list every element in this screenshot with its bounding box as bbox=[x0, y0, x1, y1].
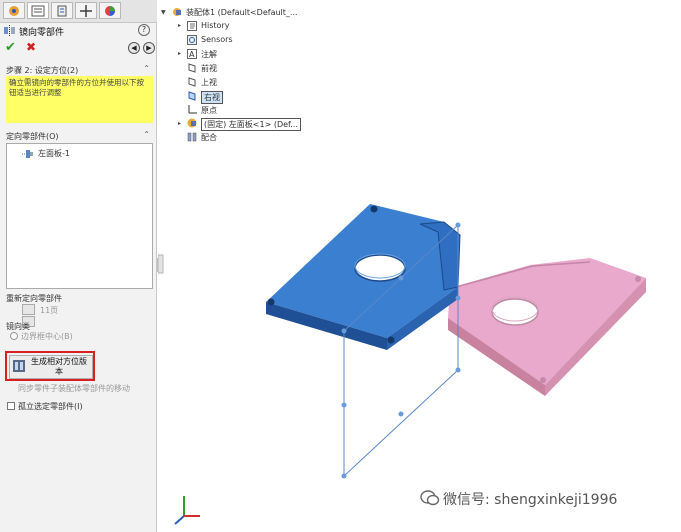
reorient-title: 重新定向零部件 bbox=[6, 294, 62, 303]
bounding-center-radio[interactable] bbox=[10, 332, 18, 340]
generate-opposite-version-button[interactable]: 生成相对方位版本 bbox=[9, 355, 93, 379]
tab-display-manager[interactable] bbox=[99, 2, 121, 19]
coordinate-triad-icon bbox=[174, 496, 200, 525]
graphics-viewport[interactable]: ▼ 装配体1 (Default<Default_... ▸ History Se… bbox=[158, 0, 681, 532]
feature-tree-icon bbox=[9, 6, 19, 16]
ok-cancel-row: ✔ ✖ ◀ ▶ bbox=[4, 40, 155, 56]
color-wheel-icon bbox=[105, 6, 115, 16]
back-arrow-icon[interactable]: ◀ bbox=[128, 42, 140, 54]
mirrored-part-pink[interactable] bbox=[448, 258, 646, 396]
property-manager-panel: 镜向零部件 ? ✔ ✖ ◀ ▶ 步骤 2: 设定方位(2) ⌃ 确立需镜向的零部… bbox=[0, 0, 157, 532]
reorient-prev-button[interactable] bbox=[22, 304, 35, 315]
feature-title: 镜向零部件 bbox=[19, 28, 65, 38]
generate-button-label: 生成相对方位版本 bbox=[31, 357, 87, 376]
next-arrow-icon[interactable]: ▶ bbox=[143, 42, 155, 54]
mirror-components-icon bbox=[4, 25, 15, 36]
tab-configuration-manager[interactable] bbox=[51, 2, 73, 19]
ok-check-icon[interactable]: ✔ bbox=[5, 40, 16, 55]
watermark-text: 微信号: shengxinkeji1996 bbox=[443, 492, 618, 508]
tab-feature-manager[interactable] bbox=[3, 2, 25, 19]
opposite-hand-icon bbox=[13, 360, 25, 372]
property-manager-icon bbox=[31, 5, 45, 17]
oriented-components-title: 定向零部件(O) bbox=[6, 132, 59, 141]
part-icon bbox=[22, 150, 33, 158]
highlight-frame: 生成相对方位版本 bbox=[5, 351, 95, 381]
wechat-icon bbox=[420, 490, 440, 506]
oriented-components-list[interactable]: 左面板-1 bbox=[6, 143, 153, 289]
bounding-center-label: 边界框中心(B) bbox=[21, 332, 73, 341]
isolate-label: 孤立选定零部件(I) bbox=[18, 402, 83, 411]
original-part-blue[interactable] bbox=[266, 204, 461, 350]
feature-header: 镜向零部件 ? bbox=[4, 24, 154, 38]
model-scene[interactable] bbox=[158, 0, 681, 532]
list-item-label: 左面板-1 bbox=[38, 149, 70, 158]
help-icon[interactable]: ? bbox=[138, 24, 150, 36]
isolate-checkbox[interactable] bbox=[7, 402, 15, 410]
sync-movement-label: 同步零件子装配体零部件的移动 bbox=[18, 384, 130, 393]
configuration-icon bbox=[57, 5, 67, 17]
collapse-chevron-icon[interactable]: ⌃ bbox=[143, 130, 150, 139]
cancel-x-icon[interactable]: ✖ bbox=[26, 40, 36, 54]
step-section-title: 步骤 2: 设定方位(2) bbox=[6, 66, 79, 75]
instruction-message: 确立需镜向的零部件的方位并使用以下按钮适当进行调整 bbox=[6, 76, 153, 123]
manager-tab-bar bbox=[0, 0, 157, 23]
split-handle-icon[interactable] bbox=[158, 254, 164, 274]
reorient-value: 11页 bbox=[40, 306, 59, 315]
tab-property-manager[interactable] bbox=[27, 2, 49, 19]
collapse-chevron-icon[interactable]: ⌃ bbox=[143, 64, 150, 73]
crosshair-icon bbox=[80, 5, 92, 17]
tab-dimxpert[interactable] bbox=[75, 2, 97, 19]
